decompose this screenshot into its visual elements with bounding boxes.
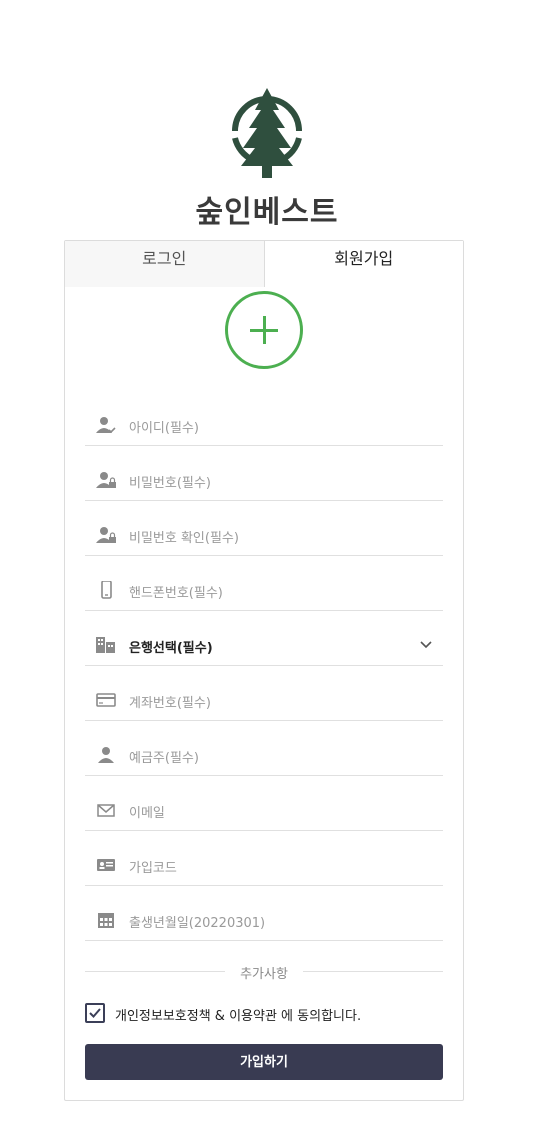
account-holder-field[interactable]: 예금주(필수) — [85, 721, 443, 776]
logo — [0, 86, 534, 180]
signup-card: 로그인 회원가입 아이디(필수) 비밀번호(필수) 비밀번호 확인(필수) 핸드… — [64, 240, 464, 1101]
signup-button[interactable]: 가입하기 — [85, 1044, 443, 1080]
email-placeholder: 이메일 — [129, 806, 165, 821]
extras-label: 추가사항 — [240, 967, 288, 982]
divider-line-right — [303, 971, 443, 972]
tab-signup[interactable]: 회원가입 — [263, 241, 463, 287]
brand-name: 숲인베스트 — [195, 195, 339, 230]
user-icon — [98, 747, 114, 763]
bank-select-value: 은행선택(필수) — [129, 641, 213, 656]
birthdate-field[interactable]: 출생년월일(20220301) — [85, 886, 443, 941]
account-number-field[interactable]: 계좌번호(필수) — [85, 666, 443, 721]
phone-icon — [101, 581, 112, 599]
plus-icon[interactable] — [225, 291, 303, 369]
chevron-down-icon[interactable] — [419, 638, 433, 652]
password-confirm-placeholder: 비밀번호 확인(필수) — [129, 531, 239, 546]
extras-divider: 추가사항 — [85, 959, 443, 983]
user-check-icon — [96, 417, 116, 434]
signup-code-placeholder: 가입코드 — [129, 861, 177, 876]
username-placeholder: 아이디(필수) — [129, 421, 199, 436]
user-lock-icon — [96, 527, 116, 543]
password-placeholder: 비밀번호(필수) — [129, 476, 211, 491]
birthdate-placeholder: 출생년월일(20220301) — [129, 916, 266, 931]
email-field[interactable]: 이메일 — [85, 776, 443, 831]
phone-placeholder: 핸드폰번호(필수) — [129, 586, 223, 601]
pine-tree-icon — [232, 88, 302, 178]
account-number-placeholder: 계좌번호(필수) — [129, 696, 211, 711]
username-field[interactable]: 아이디(필수) — [85, 391, 443, 446]
password-field[interactable]: 비밀번호(필수) — [85, 446, 443, 501]
bank-icon — [96, 637, 115, 653]
id-card-icon — [97, 859, 115, 871]
account-holder-placeholder: 예금주(필수) — [129, 751, 199, 766]
mail-icon — [97, 804, 115, 817]
bank-select[interactable]: 은행선택(필수) — [85, 611, 443, 666]
phone-field[interactable]: 핸드폰번호(필수) — [85, 556, 443, 611]
agreement[interactable]: 개인정보보호정책 & 이용약관 에 동의합니다. — [85, 1001, 443, 1024]
check-icon — [89, 1008, 101, 1018]
card-icon — [96, 693, 116, 707]
calendar-icon — [98, 913, 114, 928]
agreement-checkbox[interactable] — [85, 1003, 105, 1023]
signup-code-field[interactable]: 가입코드 — [85, 831, 443, 886]
password-confirm-field[interactable]: 비밀번호 확인(필수) — [85, 501, 443, 556]
signup-form: 아이디(필수) 비밀번호(필수) 비밀번호 확인(필수) 핸드폰번호(필수) 은… — [85, 391, 443, 941]
user-lock-icon — [96, 472, 116, 488]
tab-login[interactable]: 로그인 — [65, 241, 264, 287]
auth-tabs: 로그인 회원가입 — [65, 241, 463, 287]
agreement-label: 개인정보보호정책 & 이용약관 에 동의합니다. — [115, 1009, 362, 1024]
